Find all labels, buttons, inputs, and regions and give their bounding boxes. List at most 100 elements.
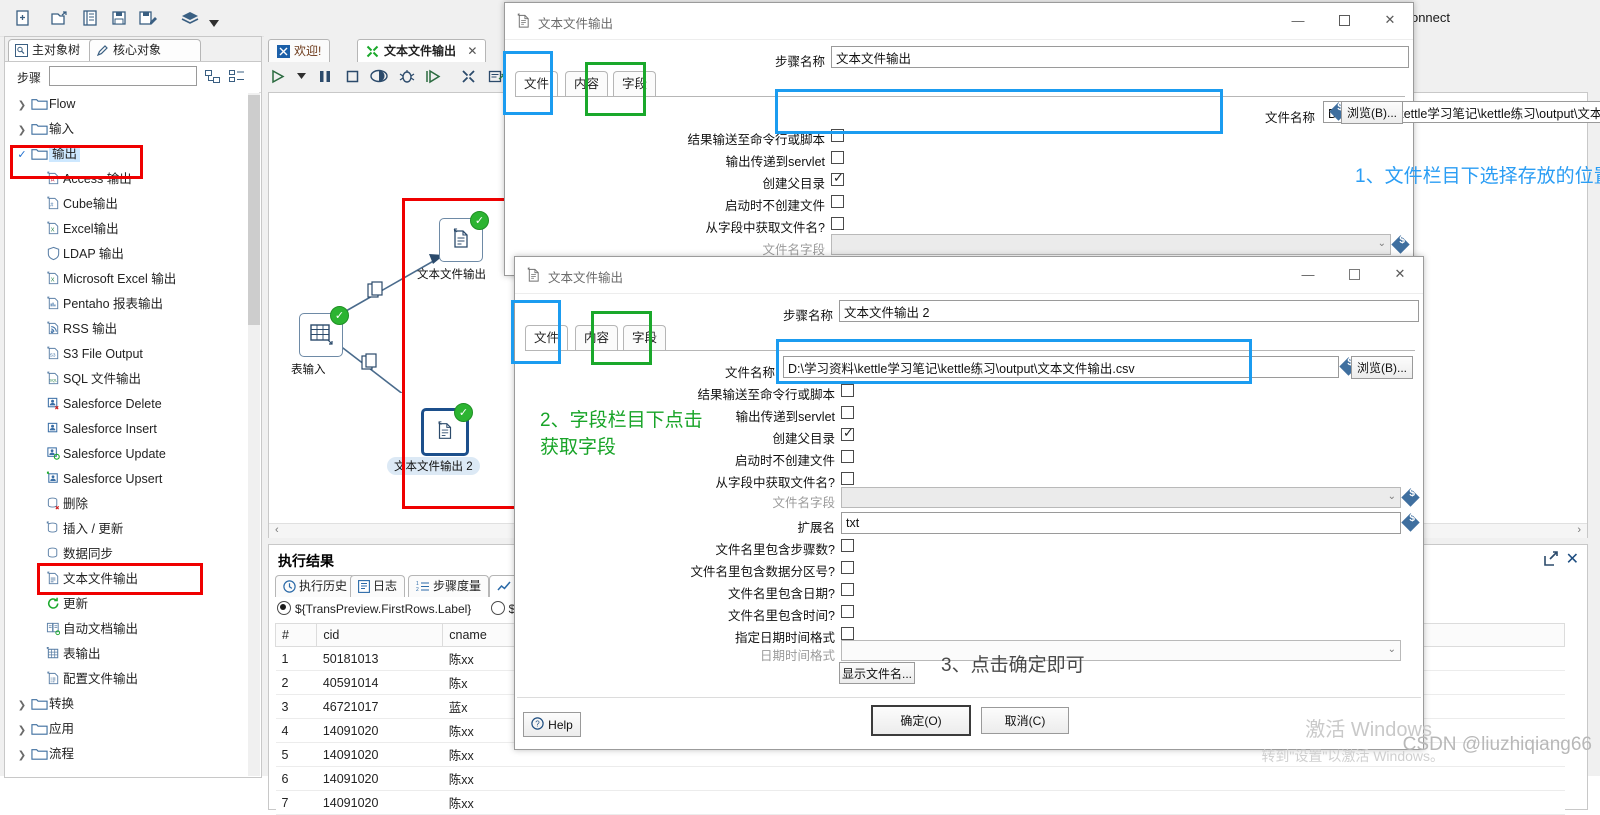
tab-file[interactable]: 文件 [525, 325, 569, 351]
collapsed-arrow-icon[interactable]: ❯ [15, 693, 29, 718]
filename-input[interactable]: D:\学习资料\kettle学习笔记\kettle练习\output\文本文件输… [783, 356, 1339, 378]
tree-item-输出[interactable]: ✓ 输出 [5, 142, 259, 167]
tab-step-metrics[interactable]: 12 步骤度量 [408, 575, 490, 597]
scroll-left-icon[interactable]: ‹ [275, 524, 279, 536]
variable-icon[interactable]: $ [1391, 235, 1410, 254]
tree-item-自动文档输出[interactable]: 自动文档输出 [5, 617, 259, 642]
checkbox-no-create-at-start[interactable] [841, 450, 854, 463]
tree-item-配置文件输出[interactable]: 配置文件输出 [5, 667, 259, 692]
tab-content[interactable]: 内容 [575, 325, 619, 351]
datetime-format-combo[interactable]: ⌄ [841, 640, 1401, 661]
tree-item-转换[interactable]: ❯ 转换 [5, 692, 259, 717]
scroll-right-icon[interactable]: › [1577, 524, 1581, 536]
canvas-node-text-file-output[interactable]: ✓ [439, 211, 489, 262]
collapsed-arrow-icon[interactable]: ❯ [15, 118, 29, 143]
stop-icon[interactable] [340, 63, 364, 89]
collapsed-arrow-icon[interactable]: ❯ [15, 743, 29, 768]
variable-icon[interactable]: $ [1401, 513, 1420, 532]
tree-item-pentaho-报表输出[interactable]: Pentaho 报表输出 [5, 292, 259, 317]
tree-item-删除[interactable]: 删除 [5, 492, 259, 517]
close-icon[interactable]: ✕ [467, 44, 477, 58]
tree-item-sql-文件输出[interactable]: SQL SQL 文件输出 [5, 367, 259, 392]
column-header-index[interactable]: # [274, 623, 318, 647]
checkbox-create-parent-dir[interactable] [831, 170, 844, 186]
checkbox-include-time[interactable] [841, 605, 854, 618]
checkbox-filename-from-field[interactable] [831, 217, 844, 230]
checkbox-specify-format[interactable] [841, 627, 854, 640]
checkbox-output-to-command[interactable] [831, 129, 844, 142]
tab-content[interactable]: 内容 [565, 71, 609, 97]
minimize-button[interactable]: — [1275, 3, 1321, 37]
minimize-button[interactable]: — [1285, 257, 1331, 291]
tab-transformation[interactable]: 文本文件输出 ✕ [357, 39, 487, 62]
close-panel-icon[interactable]: ✕ [1566, 549, 1579, 569]
run-icon[interactable] [266, 63, 290, 89]
tree-item-microsoft-excel-输出[interactable]: X Microsoft Excel 输出 [5, 267, 259, 292]
dialog-title-bar[interactable]: 文本文件输出 — ✕ [505, 3, 1413, 40]
filename-field-combo[interactable]: ⌄ [831, 234, 1391, 255]
tree-item-rss-输出[interactable]: RSS 输出 [5, 317, 259, 342]
tree-item-流程[interactable]: ❯ 流程 [5, 742, 259, 767]
ok-button[interactable]: 确定(O) [871, 705, 971, 736]
tab-core-objects[interactable]: 核心对象 [89, 39, 201, 61]
tree-item-更新[interactable]: 更新 [5, 592, 259, 617]
explorer-icon[interactable] [77, 5, 103, 31]
filename-field-combo[interactable]: ⌄ [841, 487, 1401, 508]
dialog-title-bar[interactable]: 文本文件输出 — ✕ [515, 257, 1423, 294]
step-name-input[interactable]: 文本文件输出 2 [839, 300, 1419, 322]
tab-fields[interactable]: 字段 [613, 71, 657, 97]
tree-item-数据同步[interactable]: 数据同步 [5, 542, 259, 567]
canvas-node-text-file-output-2[interactable]: ✓ [421, 403, 473, 456]
checkbox-include-partnr[interactable] [841, 561, 854, 574]
tab-log[interactable]: 日志 [350, 575, 406, 597]
checkbox-pass-to-servlet[interactable] [841, 406, 854, 419]
checkbox-filename-from-field[interactable] [841, 472, 854, 485]
tab-fields[interactable]: 字段 [623, 325, 667, 351]
extension-input[interactable]: txt [841, 512, 1401, 534]
column-header-cid[interactable]: cid [316, 623, 444, 647]
tree-item-表输出[interactable]: 表输出 [5, 642, 259, 667]
close-button[interactable]: ✕ [1377, 257, 1423, 291]
tab-file[interactable]: 文件 [515, 71, 559, 97]
maximize-button[interactable] [1331, 257, 1377, 291]
cancel-button[interactable]: 取消(C) [981, 707, 1069, 734]
browse-button[interactable]: 浏览(B)... [1341, 101, 1403, 124]
tree-item-应用[interactable]: ❯ 应用 [5, 717, 259, 742]
expand-all-icon[interactable] [205, 69, 221, 87]
checkbox-pass-to-servlet[interactable] [831, 151, 844, 164]
hop-copy-icon[interactable] [361, 353, 381, 376]
layers-icon[interactable] [177, 5, 203, 31]
tree-item-插入-/-更新[interactable]: 插入 / 更新 [5, 517, 259, 542]
close-button[interactable]: ✕ [1367, 3, 1413, 37]
save-as-icon[interactable] [135, 5, 161, 31]
tree-item-salesforce-update[interactable]: Salesforce Update [5, 442, 259, 467]
dropdown-caret-icon[interactable] [206, 11, 222, 37]
transformation-settings-icon[interactable] [457, 63, 481, 89]
table-row[interactable]: 6 14091020 陈xx [275, 766, 1565, 791]
tree-item-s3-file-output[interactable]: S3 S3 File Output [5, 342, 259, 367]
maximize-button[interactable] [1321, 3, 1367, 37]
step-name-input[interactable]: 文本文件输出 [831, 46, 1409, 68]
maximize-panel-icon[interactable] [1544, 551, 1559, 569]
tab-welcome[interactable]: 欢迎! [268, 39, 331, 62]
radio-first-rows[interactable]: ${TransPreview.FirstRows.Label} [277, 601, 471, 616]
tree-item-access-输出[interactable]: A Access 输出 [5, 167, 259, 192]
collapse-all-icon[interactable] [229, 69, 245, 87]
checkbox-include-date[interactable] [841, 583, 854, 596]
open-file-icon[interactable] [47, 5, 73, 31]
new-file-icon[interactable] [10, 5, 36, 31]
tree-scrollbar-thumb[interactable] [248, 95, 260, 325]
checkbox-create-parent-dir[interactable] [841, 425, 854, 441]
pause-icon[interactable] [313, 63, 337, 89]
checkbox-include-stepnr[interactable] [841, 539, 854, 552]
checkbox-output-to-command[interactable] [841, 384, 854, 397]
table-row[interactable]: 7 14091020 陈xx [275, 790, 1565, 815]
expanded-arrow-icon[interactable]: ✓ [15, 143, 29, 168]
tree-item-flow[interactable]: ❯ Flow [5, 92, 259, 117]
step-filter-input[interactable] [49, 66, 197, 86]
tree-item-salesforce-delete[interactable]: Salesforce Delete [5, 392, 259, 417]
tree-item-ldap-输出[interactable]: LDAP 输出 [5, 242, 259, 267]
show-filename-button[interactable]: 显示文件名... [839, 662, 915, 684]
collapsed-arrow-icon[interactable]: ❯ [15, 718, 29, 743]
hop-copy-icon[interactable] [367, 281, 387, 304]
